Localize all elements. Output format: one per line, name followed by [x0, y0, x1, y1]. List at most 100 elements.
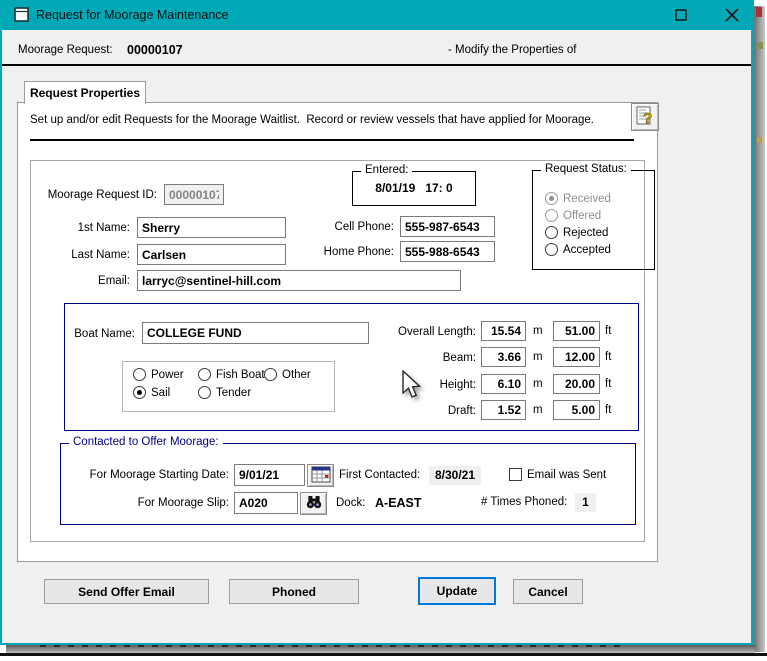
times-phoned-value: 1: [575, 493, 596, 512]
mouse-cursor: [400, 369, 426, 402]
unit-ft-label: ft: [605, 378, 612, 390]
boat-type-fish-boat[interactable]: Fish Boat: [198, 368, 265, 381]
modify-properties-text: - Modify the Properties of: [448, 44, 577, 56]
beam-label: Beam:: [442, 352, 476, 364]
height-m-input[interactable]: [481, 374, 526, 394]
background-window-clipped-text: [40, 645, 620, 647]
last-name-label: Last Name:: [71, 249, 130, 261]
send-offer-email-button[interactable]: Send Offer Email: [44, 579, 209, 604]
email-was-sent-checkbox[interactable]: Email was Sent: [509, 468, 606, 481]
radio-label: Other: [282, 368, 311, 381]
radio-icon: [545, 243, 558, 256]
title-bar[interactable]: Request for Moorage Maintenance: [2, 0, 751, 30]
draft-label: Draft:: [447, 405, 476, 417]
radio-label: Sail: [151, 386, 171, 399]
overall-length-ft-input[interactable]: [553, 321, 600, 341]
boat-name-label: Boat Name:: [74, 328, 135, 340]
boat-type-power[interactable]: Power: [133, 368, 184, 381]
cancel-button[interactable]: Cancel: [513, 579, 583, 604]
draft-ft-input[interactable]: [553, 400, 600, 420]
phoned-button[interactable]: Phoned: [229, 579, 359, 604]
boat-type-tender[interactable]: Tender: [198, 386, 251, 399]
height-ft-input[interactable]: [553, 374, 600, 394]
last-name-input[interactable]: [137, 244, 286, 265]
dock-label: Dock:: [336, 497, 366, 509]
request-id-field: [164, 184, 224, 205]
checkbox-icon: [509, 468, 522, 481]
window-drop-shadow-right: [754, 6, 765, 652]
home-phone-label: Home Phone:: [323, 246, 394, 258]
radio-icon: [264, 368, 277, 381]
radio-label: Fish Boat: [216, 368, 265, 381]
email-input[interactable]: [137, 270, 461, 291]
boat-type-sail[interactable]: Sail: [133, 386, 170, 399]
entered-label: Entered:: [361, 164, 413, 176]
moorage-maintenance-dialog: Request for Moorage Maintenance Moorage …: [0, 0, 754, 645]
radio-label: Power: [151, 368, 184, 381]
starting-date-input[interactable]: [234, 464, 305, 486]
unit-m-label: m: [533, 378, 543, 390]
cell-phone-input[interactable]: [400, 216, 495, 237]
unit-m-label: m: [533, 351, 543, 363]
radio-icon: [545, 209, 558, 222]
page-description: Set up and/or edit Requests for the Moor…: [30, 114, 594, 126]
radio-label: Rejected: [563, 226, 609, 239]
request-id-label: Moorage Request ID:: [47, 189, 157, 201]
contacted-group: Contacted to Offer Moorage:: [60, 436, 636, 525]
radio-icon: [133, 386, 146, 399]
boat-type-other[interactable]: Other: [264, 368, 311, 381]
window-title: Request for Moorage Maintenance: [36, 8, 229, 22]
status-radio-rejected[interactable]: Rejected: [545, 226, 608, 239]
background-speck: [756, 7, 762, 17]
update-button[interactable]: Update: [418, 577, 496, 605]
radio-icon: [133, 368, 146, 381]
boat-name-input[interactable]: [142, 322, 369, 344]
home-phone-input[interactable]: [400, 241, 495, 262]
window-icon: [14, 7, 30, 26]
overall-length-m-input[interactable]: [481, 321, 526, 341]
background-speck: [757, 42, 763, 49]
radio-label: Accepted: [563, 243, 611, 256]
description-underline: [30, 139, 634, 141]
dock-value: A-EAST: [375, 496, 422, 510]
entered-value: 8/01/19 17: 0: [375, 181, 453, 195]
radio-icon: [545, 226, 558, 239]
moorage-slip-input[interactable]: [234, 492, 298, 514]
radio-label: Tender: [216, 386, 252, 399]
unit-ft-label: ft: [605, 351, 612, 363]
beam-m-input[interactable]: [481, 347, 526, 367]
calendar-icon: [311, 466, 331, 486]
contacted-group-label: Contacted to Offer Moorage:: [69, 436, 223, 448]
radio-icon: [198, 368, 211, 381]
moorage-request-number: 00000107: [127, 43, 183, 57]
draft-m-input[interactable]: [481, 400, 526, 420]
help-button[interactable]: ?: [631, 103, 659, 131]
slip-search-button[interactable]: [300, 492, 327, 515]
status-radio-received: Received: [545, 192, 611, 205]
background-speck: [757, 137, 762, 143]
times-phoned-label: # Times Phoned:: [481, 496, 568, 508]
background-window-edge: [0, 653, 767, 656]
checkbox-label: Email was Sent: [527, 468, 607, 481]
binoculars-icon: [305, 494, 323, 513]
overall-length-label: Overall Length:: [398, 326, 476, 338]
radio-label: Received: [563, 192, 611, 205]
unit-m-label: m: [533, 325, 543, 337]
first-name-input[interactable]: [137, 217, 286, 238]
status-radio-accepted[interactable]: Accepted: [545, 243, 611, 256]
date-picker-button[interactable]: [307, 464, 334, 487]
unit-ft-label: ft: [605, 404, 612, 416]
radio-label: Offered: [563, 209, 602, 222]
email-label: Email:: [98, 275, 130, 287]
radio-icon: [545, 192, 558, 205]
moorage-slip-label: For Moorage Slip:: [137, 497, 229, 509]
moorage-request-label: Moorage Request:: [18, 44, 113, 56]
help-icon: ?: [634, 105, 656, 130]
beam-ft-input[interactable]: [553, 347, 600, 367]
first-contacted-value: 8/30/21: [429, 466, 481, 485]
starting-date-label: For Moorage Starting Date:: [89, 469, 229, 481]
maximize-button[interactable]: [674, 9, 688, 23]
close-button[interactable]: [723, 7, 740, 24]
tab-request-properties[interactable]: Request Properties: [24, 81, 146, 104]
unit-ft-label: ft: [605, 325, 612, 337]
